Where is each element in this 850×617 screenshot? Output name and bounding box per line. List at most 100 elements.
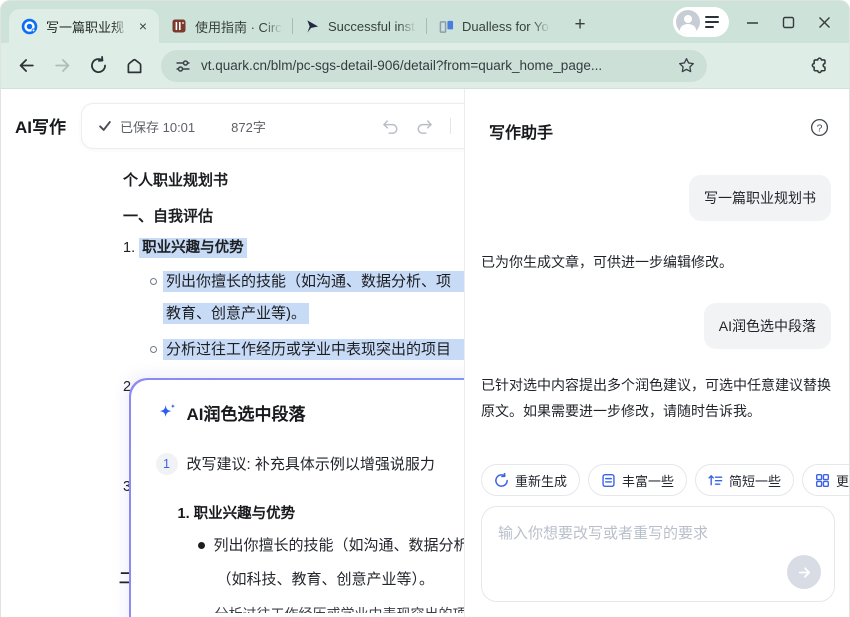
- home-icon: [125, 56, 144, 75]
- chat-input[interactable]: [482, 507, 834, 601]
- page-content: AI写作 已保存 10:01 872字 B 个人职业规划书 一、自我评估 1.: [1, 89, 849, 617]
- maximize-icon: [782, 16, 795, 29]
- bookmark-star-icon[interactable]: [678, 57, 695, 74]
- popup-title-row: AI润色选中段落: [157, 400, 306, 425]
- tune-icon: [175, 58, 191, 74]
- tab-title: 写一篇职业规: [46, 17, 129, 36]
- preview-bullet-marker: [198, 542, 205, 549]
- forward-button[interactable]: [47, 51, 77, 81]
- help-button[interactable]: ?: [810, 118, 829, 142]
- user-message: AI润色选中段落: [704, 303, 831, 349]
- suggestion-text: 改写建议: 补充具体示例以增强说服力: [187, 453, 435, 474]
- back-icon: [17, 56, 36, 75]
- back-button[interactable]: [11, 51, 41, 81]
- extensions-button[interactable]: [805, 51, 835, 81]
- chat-input-container: [481, 506, 835, 602]
- bullet-marker: [150, 346, 157, 353]
- quark-logo-icon: [21, 18, 38, 35]
- history-group: B: [380, 117, 464, 135]
- undo-icon[interactable]: [380, 117, 400, 135]
- save-status-text: 已保存 10:01: [120, 117, 195, 136]
- redo-icon[interactable]: [415, 117, 435, 135]
- chip-label: 简短一些: [729, 471, 781, 490]
- suggestion-number-badge: 1: [156, 453, 178, 475]
- shorten-button[interactable]: 简短一些: [695, 464, 794, 496]
- url-text: vt.quark.cn/blm/pc-sgs-detail-906/detail…: [201, 58, 668, 73]
- refresh-icon: [494, 473, 509, 488]
- preview-heading: 1. 职业兴趣与优势: [178, 502, 296, 523]
- tab-install[interactable]: Successful install: [293, 9, 426, 43]
- browser-toolbar: vt.quark.cn/blm/pc-sgs-detail-906/detail…: [1, 43, 849, 89]
- tab-ai-writing[interactable]: 写一篇职业规 ×: [9, 9, 159, 43]
- assistant-message: 已针对选中内容提出多个润色建议，可选中任意建议替换原文。如果需要进一步修改，请随…: [481, 372, 839, 424]
- tab-title: 使用指南 · Circle: [195, 17, 282, 36]
- suggestion-item[interactable]: 1 改写建议: 补充具体示例以增强说服力: [156, 453, 435, 475]
- chip-label: 丰富一些: [622, 471, 674, 490]
- bullet-marker: [150, 278, 157, 285]
- close-window-button[interactable]: [811, 9, 837, 35]
- user-message: 写一篇职业规划书: [689, 175, 831, 221]
- send-button[interactable]: [787, 555, 821, 589]
- tab-title: Successful install: [328, 19, 416, 34]
- maximize-button[interactable]: [775, 9, 801, 35]
- reload-icon: [89, 56, 108, 75]
- browser-window: 写一篇职业规 × 使用指南 · Circle Successful instal…: [0, 0, 850, 617]
- puzzle-icon: [811, 57, 829, 75]
- tab-dualless[interactable]: Dualless for Your: [427, 9, 560, 43]
- quick-actions: 重新生成 丰富一些 简短一些 更多: [481, 464, 837, 496]
- svg-text:?: ?: [817, 123, 823, 134]
- check-icon: [98, 119, 112, 133]
- reload-button[interactable]: [83, 51, 113, 81]
- send-arrow-icon: [796, 564, 813, 581]
- preview-partial-line: 分析过往工作经历或学业中表现突出的项目: [215, 604, 465, 613]
- editor-pane: AI写作 已保存 10:01 872字 B 个人职业规划书 一、自我评估 1.: [1, 89, 464, 617]
- save-status: 已保存 10:01: [98, 117, 195, 136]
- notebook-icon: [171, 18, 187, 34]
- doc-selected-text[interactable]: 职业兴趣与优势: [139, 238, 247, 258]
- sparkle-icon: [157, 403, 177, 421]
- preview-line-2: （如科技、教育、创意产业等）。: [217, 568, 435, 589]
- doc-bullet-1-line-2[interactable]: 教育、创意产业等)。: [163, 302, 309, 323]
- avatar: [676, 10, 700, 34]
- assistant-message: 已为你生成文章，可供进一步编辑修改。: [481, 249, 733, 275]
- grid-icon: [815, 473, 830, 488]
- enrich-button[interactable]: 丰富一些: [588, 464, 687, 496]
- doc-bullet-1-line-1[interactable]: 列出你擅长的技能（如沟通、数据分析、项: [163, 270, 464, 291]
- toolbar-divider: [450, 118, 451, 134]
- new-tab-button[interactable]: +: [566, 11, 594, 39]
- doc-list-item-1[interactable]: 1. 职业兴趣与优势: [123, 236, 247, 257]
- dualless-icon: [439, 19, 454, 34]
- menu-icon: [705, 16, 719, 28]
- assistant-title: 写作助手: [489, 119, 553, 143]
- minimize-button[interactable]: [739, 9, 765, 35]
- ai-polish-popup-body: AI润色选中段落 1 改写建议: 补充具体示例以增强说服力 1. 职业兴趣与优势…: [131, 380, 465, 617]
- home-button[interactable]: [119, 51, 149, 81]
- chip-label: 重新生成: [515, 471, 567, 490]
- minimize-icon: [746, 16, 759, 29]
- tab-strip: 写一篇职业规 × 使用指南 · Circle Successful instal…: [1, 1, 849, 43]
- chip-label: 更多: [836, 471, 849, 490]
- ai-polish-popup: AI润色选中段落 1 改写建议: 补充具体示例以增强说服力 1. 职业兴趣与优势…: [129, 378, 464, 617]
- popup-title: AI润色选中段落: [187, 400, 306, 425]
- document-icon: [601, 473, 616, 488]
- assistant-pane: 写作助手 ? 写一篇职业规划书 已为你生成文章，可供进一步编辑修改。 AI润色选…: [464, 89, 849, 617]
- profile-menu-button[interactable]: [673, 7, 729, 37]
- close-icon: [818, 16, 831, 29]
- doc-item-number: 1.: [123, 240, 135, 256]
- word-count: 872字: [231, 117, 266, 136]
- tab-title: Dualless for Your: [462, 19, 550, 34]
- tab-guide[interactable]: 使用指南 · Circle: [159, 9, 292, 43]
- editor-toolbar: 已保存 10:01 872字 B: [81, 103, 464, 149]
- regenerate-button[interactable]: 重新生成: [481, 464, 580, 496]
- doc-title[interactable]: 个人职业规划书: [123, 169, 228, 190]
- doc-heading-1[interactable]: 一、自我评估: [123, 205, 213, 226]
- address-bar[interactable]: vt.quark.cn/blm/pc-sgs-detail-906/detail…: [161, 50, 707, 82]
- shorten-icon: [708, 473, 723, 488]
- doc-bullet-2[interactable]: 分析过往工作经历或学业中表现突出的项目: [163, 338, 464, 359]
- window-controls: [673, 7, 849, 43]
- tab-close-icon[interactable]: ×: [137, 18, 149, 34]
- forward-icon: [53, 56, 72, 75]
- help-icon: ?: [810, 118, 829, 137]
- launch-arrow-icon: [305, 19, 320, 34]
- more-button[interactable]: 更多: [802, 464, 849, 496]
